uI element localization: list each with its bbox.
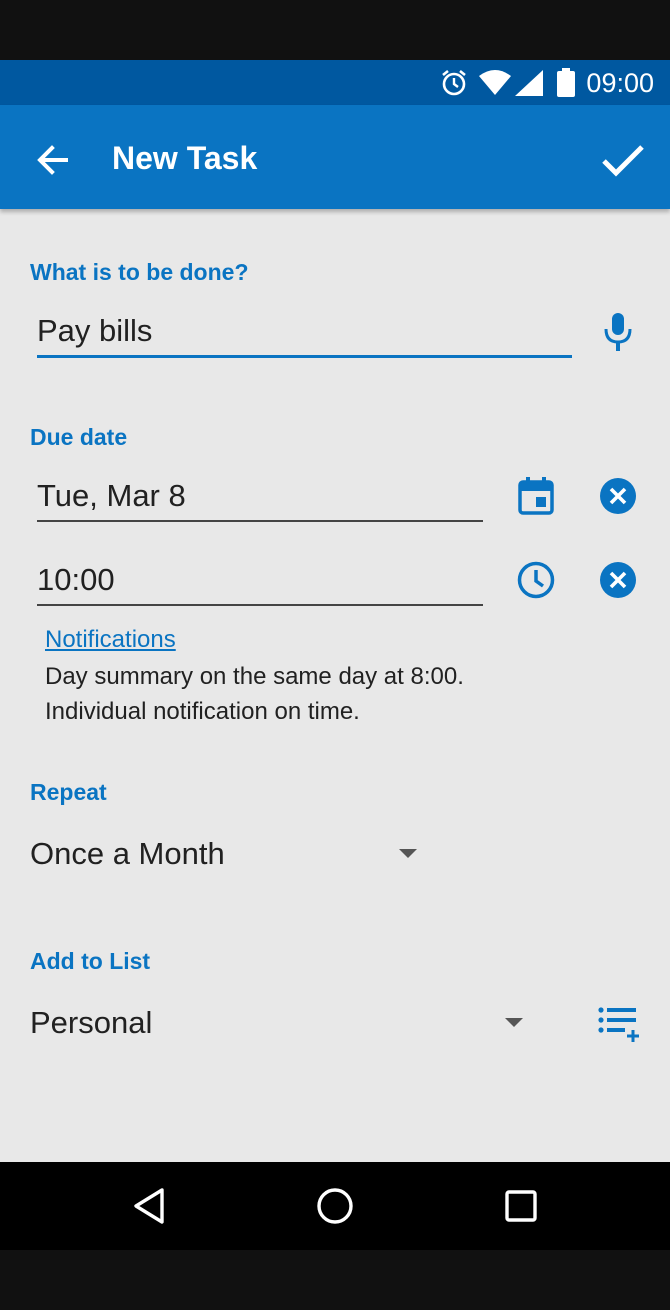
back-triangle-icon[interactable] bbox=[128, 1184, 172, 1228]
status-time: 09:00 bbox=[586, 68, 654, 98]
list-dropdown[interactable]: Personal bbox=[30, 1003, 530, 1043]
list-selected: Personal bbox=[30, 1005, 153, 1040]
date-field[interactable]: Tue, Mar 8 bbox=[37, 476, 483, 522]
due-date-label: Due date bbox=[30, 424, 128, 450]
check-icon[interactable] bbox=[598, 135, 648, 185]
task-form: What is to be done? Pay bills Due date T… bbox=[0, 209, 670, 1162]
recents-square-icon[interactable] bbox=[499, 1184, 543, 1228]
page-title: New Task bbox=[112, 140, 258, 176]
bottom-black-bar bbox=[0, 1250, 670, 1310]
clock-icon[interactable] bbox=[516, 560, 556, 600]
microphone-icon[interactable] bbox=[600, 311, 636, 353]
battery-icon bbox=[557, 68, 575, 97]
task-input[interactable]: Pay bills bbox=[37, 311, 572, 358]
alarm-icon bbox=[442, 69, 466, 96]
list-dropdown-caret-icon[interactable] bbox=[505, 1018, 523, 1027]
clear-date-icon[interactable] bbox=[599, 477, 637, 515]
calendar-icon[interactable] bbox=[518, 477, 554, 515]
notification-individual: Individual notification on time. bbox=[45, 698, 360, 725]
repeat-selected: Once a Month bbox=[30, 836, 225, 871]
repeat-dropdown-caret-icon[interactable] bbox=[399, 849, 417, 858]
playlist-add-icon[interactable] bbox=[598, 1005, 640, 1043]
home-circle-icon[interactable] bbox=[313, 1184, 357, 1228]
arrow-back-icon[interactable] bbox=[28, 137, 78, 187]
notifications-link[interactable]: Notifications bbox=[45, 626, 176, 654]
repeat-dropdown[interactable]: Once a Month bbox=[30, 834, 430, 874]
system-nav-bar bbox=[0, 1162, 670, 1250]
clear-time-icon[interactable] bbox=[599, 561, 637, 599]
repeat-label: Repeat bbox=[30, 779, 107, 805]
wifi-icon bbox=[479, 70, 511, 95]
app-bar: New Task bbox=[0, 105, 670, 209]
status-bar: 09:00 bbox=[0, 60, 670, 105]
list-label: Add to List bbox=[30, 948, 151, 974]
top-black-bar bbox=[0, 0, 670, 60]
signal-icon bbox=[515, 70, 543, 96]
notification-summary: Day summary on the same day at 8:00. bbox=[45, 663, 464, 690]
task-label: What is to be done? bbox=[30, 259, 249, 285]
time-field[interactable]: 10:00 bbox=[37, 560, 483, 606]
